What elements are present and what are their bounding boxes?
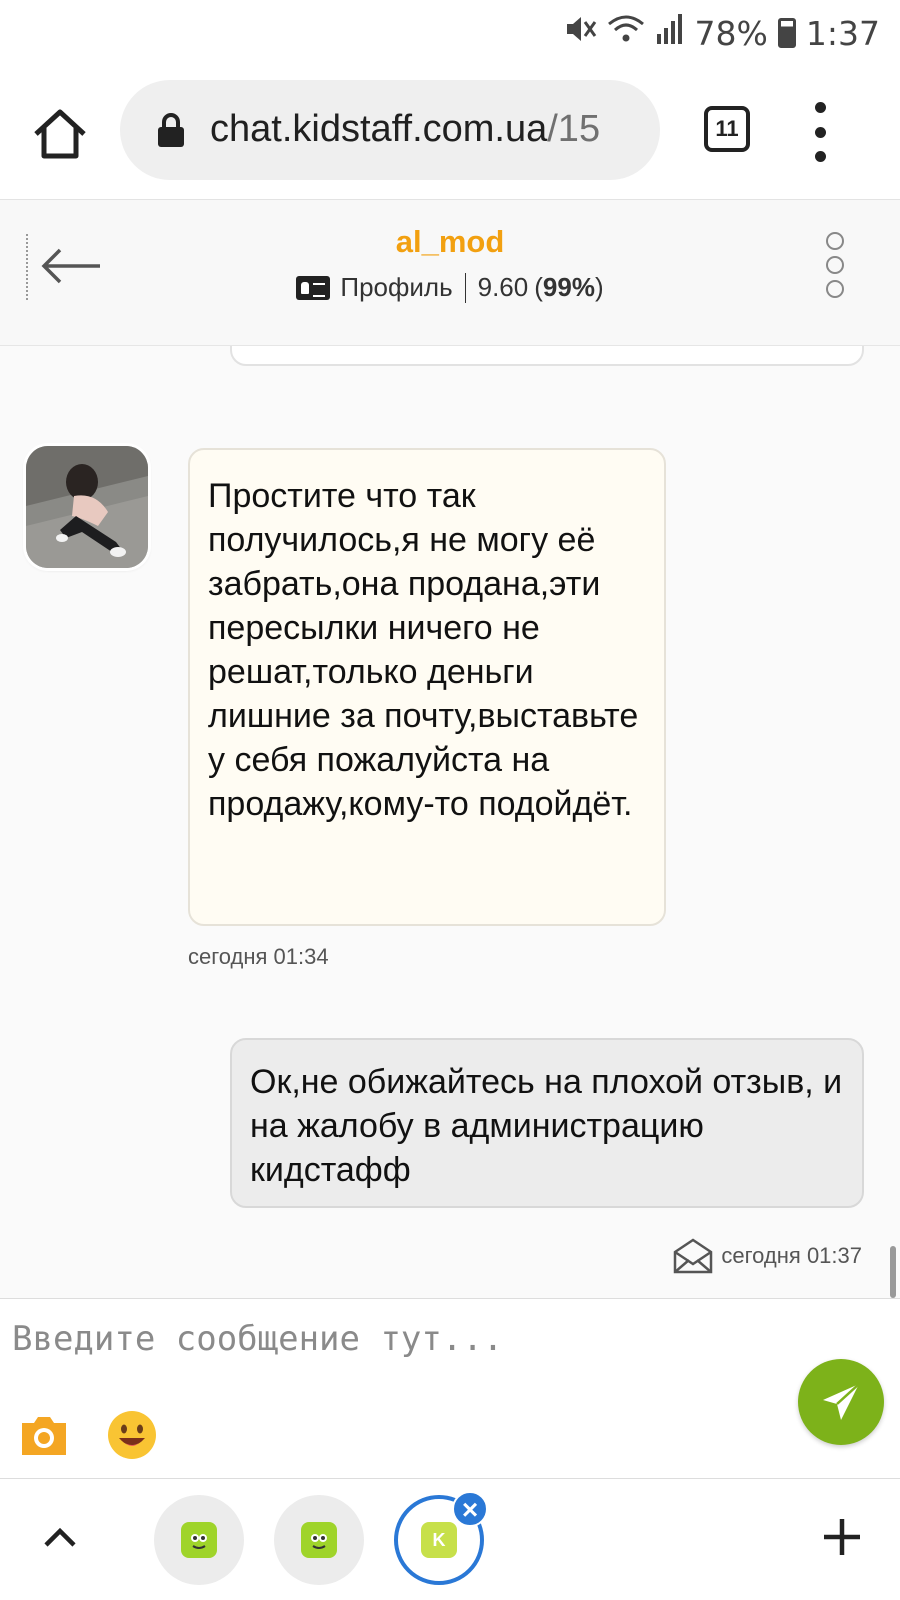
- outgoing-message-text: Ок,не обижайтесь на плохой отзыв, и на ж…: [250, 1063, 843, 1189]
- message-list[interactable]: Простите что так получилось,я не могу её…: [0, 346, 900, 1298]
- profile-link[interactable]: Профиль: [340, 272, 452, 303]
- status-icons: 78% 1:37: [563, 12, 880, 54]
- avatar[interactable]: [26, 446, 148, 568]
- chat-header: al_mod Профиль 9.60 (99%): [0, 200, 900, 346]
- rating-value: 9.60: [477, 272, 529, 302]
- browser-menu-button[interactable]: [808, 102, 832, 162]
- message-input[interactable]: [12, 1309, 772, 1369]
- camera-icon: [22, 1417, 66, 1455]
- outgoing-message-time: сегодня 01:37: [721, 1243, 862, 1268]
- kidstaff-icon: [181, 1522, 217, 1558]
- rating-percent-wrap: (99%): [534, 272, 604, 302]
- divider: [464, 272, 466, 303]
- wifi-icon: [607, 12, 645, 54]
- kidstaff-k-icon: K: [421, 1522, 457, 1558]
- profile-line: Профиль 9.60 (99%): [0, 272, 900, 303]
- emoji-button[interactable]: [106, 1409, 158, 1461]
- outgoing-message-meta: сегодня 01:37: [673, 1238, 862, 1274]
- lock-icon: [158, 113, 184, 147]
- bubble-bar: K ×: [0, 1478, 900, 1600]
- add-bubble-button[interactable]: [820, 1515, 864, 1559]
- smiley-icon: [108, 1411, 156, 1459]
- signal-icon: [655, 12, 685, 54]
- send-button[interactable]: [798, 1359, 884, 1445]
- outgoing-message-bubble: Ок,не обижайтесь на плохой отзыв, и на ж…: [230, 1038, 864, 1208]
- status-bar: 78% 1:37: [0, 0, 900, 62]
- camera-button[interactable]: [18, 1413, 70, 1457]
- chevron-up-icon: [44, 1527, 76, 1547]
- message-composer: [0, 1298, 900, 1478]
- address-bar[interactable]: chat.kidstaff.com.ua/15: [120, 80, 660, 180]
- browser-toolbar: chat.kidstaff.com.ua/15 11: [0, 62, 900, 200]
- kidstaff-icon: [301, 1522, 337, 1558]
- url-path: /15: [547, 108, 601, 150]
- close-icon[interactable]: ×: [452, 1491, 488, 1527]
- chat-options-button[interactable]: [826, 232, 846, 298]
- plus-icon: [824, 1519, 860, 1555]
- tab-count: 11: [715, 116, 739, 141]
- avatar-photo: [26, 446, 148, 568]
- incoming-message-text: Простите что так получилось,я не могу её…: [208, 477, 639, 823]
- url-domain: chat.kidstaff.com.ua: [210, 108, 548, 150]
- rating-percent: 99%: [542, 272, 595, 302]
- url-text: chat.kidstaff.com.ua/15: [210, 108, 600, 151]
- chat-bubble-tab[interactable]: [274, 1495, 364, 1585]
- home-icon: [34, 109, 86, 159]
- paper-plane-icon: [823, 1383, 860, 1420]
- chat-bubble-tab[interactable]: [154, 1495, 244, 1585]
- tab-switcher-button[interactable]: 11: [704, 106, 750, 152]
- active-chat-bubble-tab[interactable]: K ×: [394, 1491, 488, 1585]
- scrollbar[interactable]: [890, 1246, 896, 1298]
- incoming-message-bubble: Простите что так получилось,я не могу её…: [188, 448, 666, 926]
- id-card-icon: [296, 275, 331, 300]
- previous-message-bubble: [230, 346, 864, 366]
- incoming-message-time: сегодня 01:34: [188, 944, 329, 969]
- clock: 1:37: [805, 13, 880, 53]
- envelope-open-icon: [674, 1238, 713, 1274]
- mute-icon: [563, 12, 597, 54]
- battery-percent: 78%: [694, 13, 768, 53]
- chat-username[interactable]: al_mod: [0, 224, 900, 260]
- expand-button[interactable]: [40, 1517, 80, 1557]
- home-button[interactable]: [28, 102, 92, 166]
- battery-icon: [777, 18, 796, 48]
